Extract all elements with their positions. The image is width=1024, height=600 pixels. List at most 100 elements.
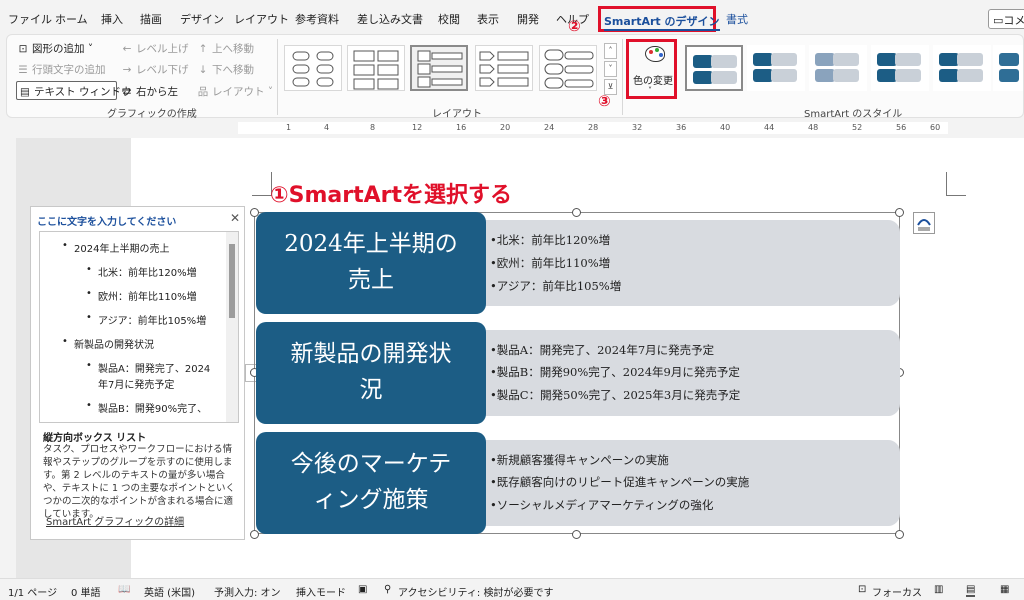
right-to-left-button[interactable]: ⇄ 右から左 <box>121 84 178 99</box>
comment-button[interactable]: ▭コメント <box>988 9 1024 29</box>
tab-format[interactable]: 書式 <box>726 11 748 27</box>
menu-developer[interactable]: 開発 <box>517 11 539 27</box>
ruler-tick: 36 <box>676 123 687 132</box>
menu-mailings[interactable]: 差し込み文書 <box>357 11 423 27</box>
heading-line: 新製品の開発状 <box>290 341 452 367</box>
smartart-bullet[interactable]: •アジア：前年比105%増 <box>490 278 621 294</box>
layout-options-icon <box>917 219 931 231</box>
scrollbar-thumb[interactable] <box>229 244 235 318</box>
menu-insert[interactable]: 挿入 <box>101 11 123 27</box>
smartart-heading-box[interactable]: 2024年上半期の 売上 <box>256 212 486 314</box>
step2-annotation: ② <box>568 17 581 35</box>
close-icon[interactable]: ✕ <box>230 211 240 225</box>
focus-icon: ⊡ <box>858 584 867 595</box>
smartart-bullet[interactable]: •製品A：開発完了、2024年7月に発売予定 <box>490 342 714 358</box>
resize-handle[interactable] <box>572 530 581 539</box>
resize-handle[interactable] <box>572 208 581 217</box>
layout-thumb-5[interactable] <box>539 45 597 91</box>
arrow-down-icon: ↓ <box>198 64 208 76</box>
layout-dropdown-label: レイアウト <box>212 86 265 98</box>
web-layout-icon[interactable]: ▦ <box>1000 584 1009 595</box>
heading-line: 2024年上半期の <box>284 231 458 257</box>
list-item[interactable]: • 欧州：前年比110%増 <box>86 288 197 303</box>
resize-handle[interactable] <box>895 530 904 539</box>
gallery-up-button[interactable]: ˄ <box>604 43 617 59</box>
layout-gallery-scroll: ˄ ˅ ⊻ <box>604 43 618 95</box>
smartart-bullet[interactable]: •新規顧客獲得キャンペーンの実施 <box>490 452 669 468</box>
gallery-down-button[interactable]: ˅ <box>604 61 617 77</box>
status-page[interactable]: 1/1 ページ <box>8 584 57 599</box>
status-accessibility[interactable]: アクセシビリティ: 検討が必要です <box>398 584 553 599</box>
layout-thumb-4-graphic <box>479 51 529 87</box>
menu-draw[interactable]: 描画 <box>140 11 162 27</box>
status-insert-mode[interactable]: 挿入モード <box>296 584 346 599</box>
list-item[interactable]: • アジア：前年比105%増 <box>86 312 206 327</box>
move-down-button[interactable]: ↓ 下へ移動 <box>197 62 254 77</box>
move-down-label: 下へ移動 <box>212 64 254 76</box>
resize-handle[interactable] <box>895 208 904 217</box>
menu-layout[interactable]: レイアウト <box>234 11 289 27</box>
smartart-heading-box[interactable]: 今後のマーケテ ィング施策 <box>256 432 486 534</box>
demote-button[interactable]: → レベル下げ <box>121 62 189 77</box>
menu-references[interactable]: 参考資料 <box>295 11 339 27</box>
menu-review[interactable]: 校閲 <box>438 11 460 27</box>
smartart-help-link[interactable]: SmartArt グラフィックの詳細 <box>46 513 184 528</box>
menu-home[interactable]: ホーム <box>55 11 88 27</box>
arrow-up-icon: ↑ <box>198 43 208 55</box>
layout-thumb-1[interactable] <box>284 45 342 91</box>
ruler-tick: 24 <box>544 123 555 132</box>
promote-button[interactable]: ← レベル上げ <box>121 41 189 56</box>
list-item[interactable]: • 製品B：開発90%完了、 <box>86 400 207 415</box>
style-thumb-2[interactable] <box>747 45 805 91</box>
list-item[interactable]: • 新製品の開発状況 <box>62 336 154 351</box>
text-pane-scrollbar[interactable] <box>226 232 238 422</box>
macro-icon[interactable]: ▣ <box>358 584 367 595</box>
arrow-left-icon: ← <box>122 43 132 55</box>
smartart-bullet[interactable]: •北米：前年比120%増 <box>490 232 610 248</box>
style-thumb-5[interactable] <box>933 45 991 91</box>
status-language[interactable]: 英語 (米国) <box>144 584 195 599</box>
move-up-button[interactable]: ↑ 上へ移動 <box>197 41 254 56</box>
style-thumb-4[interactable] <box>871 45 929 91</box>
style-thumb-6[interactable] <box>993 45 1023 91</box>
add-bullet-button[interactable]: ☰ 行頭文字の追加 <box>17 62 105 77</box>
menu-design[interactable]: デザイン <box>180 11 224 27</box>
menu-file[interactable]: ファイル <box>8 11 52 27</box>
proofing-icon[interactable]: 📖 <box>118 584 130 595</box>
smartart-bullet[interactable]: •製品B：開発90%完了、2024年9月に発売予定 <box>490 364 740 380</box>
heading-line: 今後のマーケテ <box>290 451 452 477</box>
layout-thumb-3-selected[interactable] <box>410 45 468 91</box>
heading-line: 売上 <box>348 267 394 293</box>
layout-options-button[interactable] <box>913 212 935 234</box>
resize-handle[interactable] <box>250 530 259 539</box>
smartart-heading-box[interactable]: 新製品の開発状 況 <box>256 322 486 424</box>
step1-annotation: ①SmartArtを選択する <box>270 183 513 208</box>
status-predict[interactable]: 予測入力: オン <box>214 584 281 599</box>
list-item[interactable]: • 北米：前年比120%増 <box>86 264 197 279</box>
layout-dropdown-button[interactable]: 品レイアウト ˅ <box>197 84 273 99</box>
menu-view[interactable]: 表示 <box>477 11 499 27</box>
layout-thumb-4[interactable] <box>475 45 533 91</box>
layout-thumb-2[interactable] <box>347 45 405 91</box>
change-colors-button[interactable]: 色の変更 ˅ <box>626 39 677 99</box>
smartart-bullet[interactable]: •製品C：開発50%完了、2025年3月に発売予定 <box>490 387 740 403</box>
status-bar: 1/1 ページ 0 単語 📖 英語 (米国) 予測入力: オン 挿入モード ▣ … <box>0 578 1024 600</box>
smartart-bullet[interactable]: •ソーシャルメディアマーケティングの強化 <box>490 497 713 513</box>
step3-annotation: ③ <box>598 92 611 110</box>
tab-smartart-design[interactable]: SmartArt のデザイン <box>598 6 720 32</box>
read-mode-icon[interactable]: ▥ <box>934 584 943 595</box>
list-item[interactable]: • 製品A：開発完了、2024 <box>86 360 210 375</box>
add-shape-button[interactable]: ⊡ 図形の追加 ˅ <box>17 41 94 56</box>
horizontal-ruler: 1 4 8 12 16 20 24 28 32 36 40 44 48 52 5… <box>0 120 1024 136</box>
status-focus[interactable]: フォーカス <box>872 584 922 599</box>
smartart-bullet[interactable]: •既存顧客向けのリピート促進キャンペーンの実施 <box>490 474 749 490</box>
list-item[interactable]: • 2024年上半期の売上 <box>62 240 169 255</box>
arrow-right-icon: → <box>122 64 132 76</box>
print-layout-icon[interactable]: ▤ <box>966 584 976 597</box>
status-words[interactable]: 0 単語 <box>71 584 101 599</box>
ruler-tick: 48 <box>808 123 819 132</box>
style-thumb-3[interactable] <box>809 45 867 91</box>
text-pane-list[interactable]: • 2024年上半期の売上 • 北米：前年比120%増 • 欧州：前年比110%増 •… <box>39 231 239 423</box>
style-thumb-1-selected[interactable] <box>685 45 743 91</box>
smartart-bullet[interactable]: •欧州：前年比110%増 <box>490 255 610 271</box>
